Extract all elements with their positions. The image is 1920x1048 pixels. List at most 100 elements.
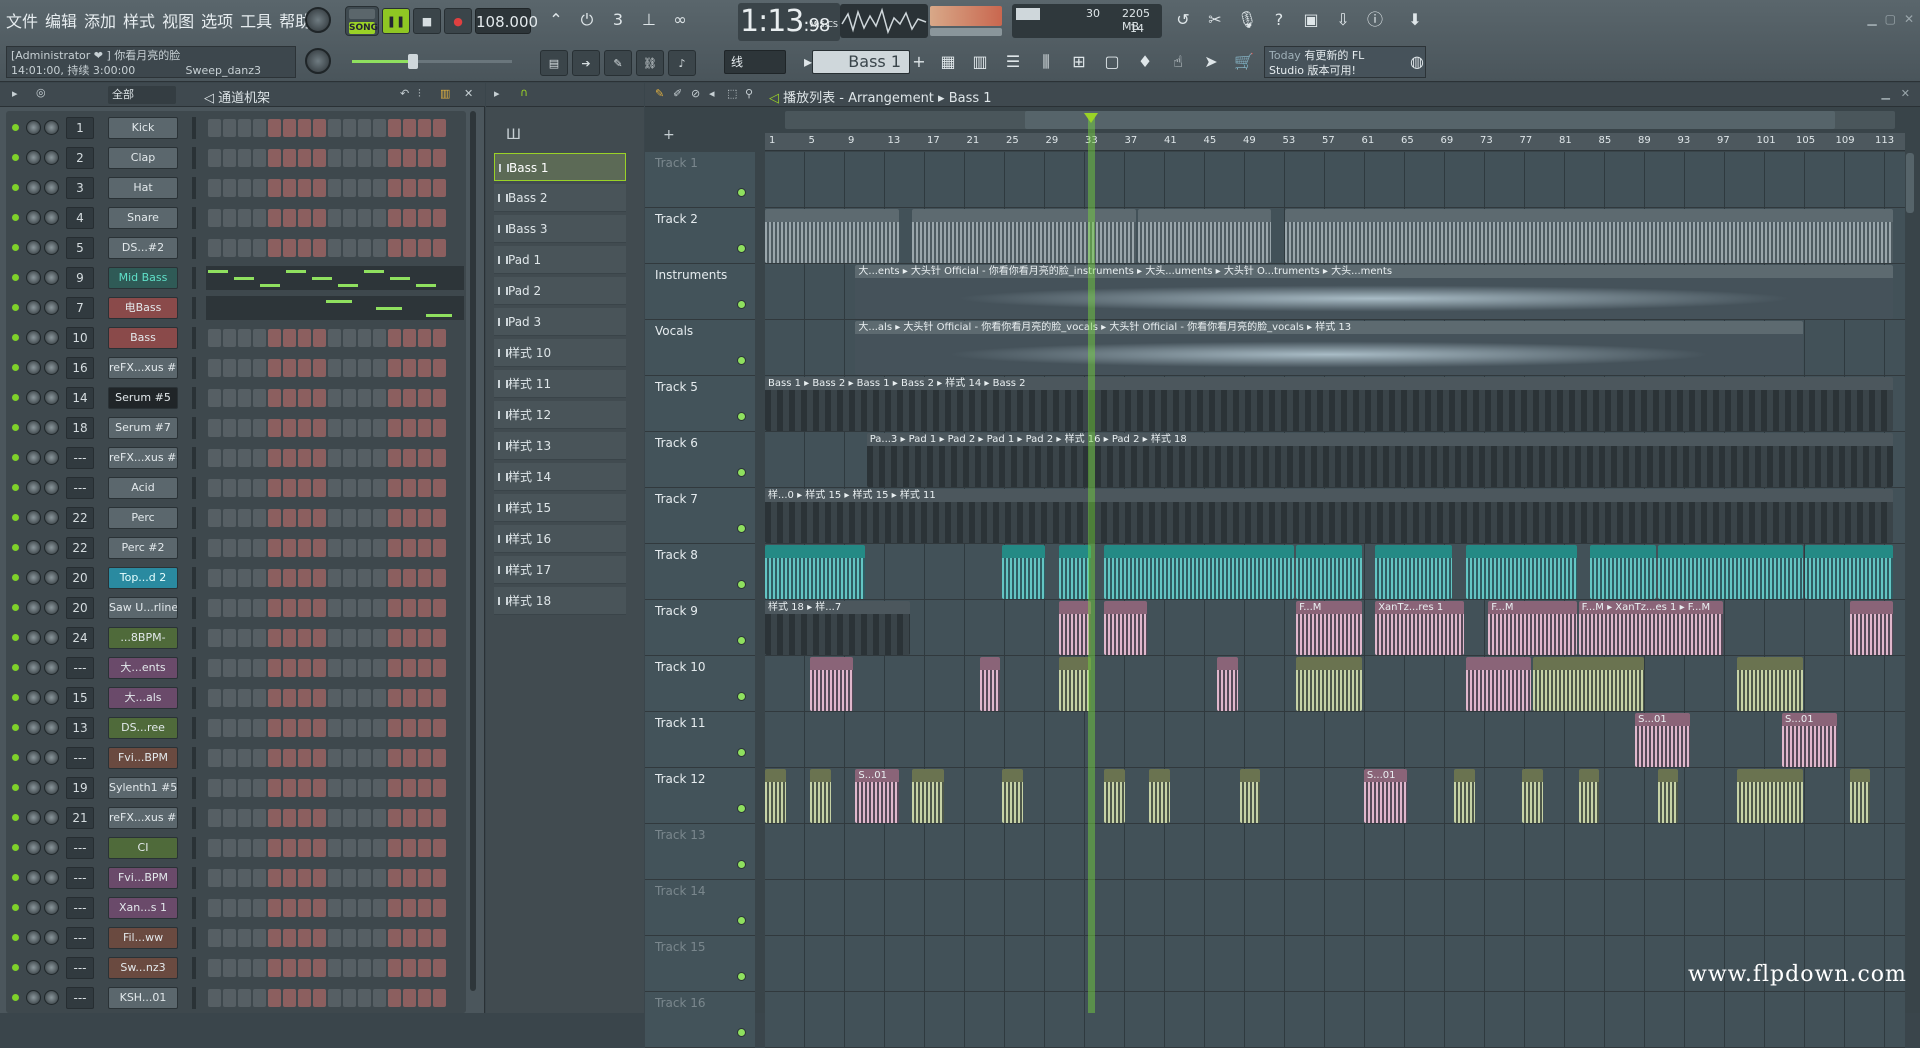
playlist-clip[interactable]: [1058, 601, 1091, 655]
playback-position-marker[interactable]: [1084, 113, 1098, 1013]
channel-select-indicator[interactable]: [192, 687, 196, 709]
playlist-clip[interactable]: [1849, 769, 1871, 823]
step-button[interactable]: [208, 719, 221, 737]
step-button[interactable]: [388, 359, 401, 377]
step-button[interactable]: [268, 629, 281, 647]
step-button[interactable]: [343, 479, 356, 497]
channel-volume-knob[interactable]: [44, 900, 59, 915]
step-button[interactable]: [283, 119, 296, 137]
step-button[interactable]: [208, 359, 221, 377]
step-button[interactable]: [343, 209, 356, 227]
channel-volume-knob[interactable]: [44, 420, 59, 435]
channel-pan-knob[interactable]: [26, 540, 41, 555]
step-button[interactable]: [343, 239, 356, 257]
channel-mute-led[interactable]: [12, 604, 19, 611]
channel-select-indicator[interactable]: [192, 507, 196, 529]
channel-volume-knob[interactable]: [44, 600, 59, 615]
step-button[interactable]: [283, 719, 296, 737]
step-button[interactable]: [208, 989, 221, 1007]
channel-pan-knob[interactable]: [26, 510, 41, 525]
step-button[interactable]: [403, 689, 416, 707]
step-button[interactable]: [358, 149, 371, 167]
step-button[interactable]: [418, 179, 431, 197]
step-button[interactable]: [388, 509, 401, 527]
channel-mute-led[interactable]: [12, 874, 19, 881]
channel-select-indicator[interactable]: [192, 387, 196, 409]
playlist-clip[interactable]: [1465, 657, 1532, 711]
countdown-icon[interactable]: 3: [605, 6, 631, 34]
step-button[interactable]: [358, 749, 371, 767]
track-header[interactable]: Track 13: [645, 824, 755, 880]
stamp-button[interactable]: ♪: [668, 50, 696, 76]
step-button[interactable]: [313, 449, 326, 467]
channel-volume-knob[interactable]: [44, 390, 59, 405]
track-enable-led[interactable]: [737, 300, 746, 309]
step-button[interactable]: [358, 929, 371, 947]
step-button[interactable]: [403, 719, 416, 737]
step-button[interactable]: [403, 209, 416, 227]
playlist-clip[interactable]: [765, 769, 786, 823]
channel-select-indicator[interactable]: [192, 657, 196, 679]
step-button[interactable]: [433, 689, 446, 707]
step-button[interactable]: [373, 449, 386, 467]
step-button[interactable]: [328, 899, 341, 917]
track-header[interactable]: Track 2: [645, 208, 755, 264]
track-lane[interactable]: Pa...3 ▸ Pad 1 ▸ Pad 2 ▸ Pad 1 ▸ Pad 2 ▸…: [765, 432, 1905, 488]
step-button[interactable]: [373, 629, 386, 647]
channel-row[interactable]: 3 Hat: [6, 173, 466, 203]
step-button[interactable]: [328, 509, 341, 527]
step-button[interactable]: [328, 569, 341, 587]
step-button[interactable]: [253, 329, 266, 347]
track-enable-led[interactable]: [737, 748, 746, 757]
download-icon[interactable]: ⬇: [1402, 6, 1428, 34]
step-button[interactable]: [313, 209, 326, 227]
step-button[interactable]: [343, 569, 356, 587]
channel-pan-knob[interactable]: [26, 330, 41, 345]
channel-name-button[interactable]: reFX...xus #6: [108, 357, 178, 379]
channel-volume-knob[interactable]: [44, 810, 59, 825]
step-button[interactable]: [373, 779, 386, 797]
channel-mute-led[interactable]: [12, 754, 19, 761]
step-button[interactable]: [208, 509, 221, 527]
step-button[interactable]: [238, 929, 251, 947]
step-button[interactable]: [403, 509, 416, 527]
channel-select-indicator[interactable]: [192, 597, 196, 619]
channel-pan-knob[interactable]: [26, 810, 41, 825]
step-button[interactable]: [433, 239, 446, 257]
channel-mute-led[interactable]: [12, 814, 19, 821]
step-button[interactable]: [388, 809, 401, 827]
channel-volume-knob[interactable]: [44, 660, 59, 675]
step-button[interactable]: [313, 749, 326, 767]
step-button[interactable]: [298, 899, 311, 917]
playlist-clip[interactable]: F...M: [1488, 601, 1577, 655]
step-button[interactable]: [403, 479, 416, 497]
channel-volume-knob[interactable]: [44, 300, 59, 315]
step-button[interactable]: [358, 419, 371, 437]
step-button[interactable]: [328, 359, 341, 377]
step-button[interactable]: [238, 779, 251, 797]
step-button[interactable]: [328, 869, 341, 887]
step-button[interactable]: [298, 749, 311, 767]
step-button[interactable]: [403, 389, 416, 407]
channel-volume-knob[interactable]: [44, 750, 59, 765]
step-button[interactable]: [373, 209, 386, 227]
step-button[interactable]: [358, 209, 371, 227]
channel-name-button[interactable]: Top...d 2: [108, 567, 178, 589]
track-header[interactable]: Track 12: [645, 768, 755, 824]
track-header[interactable]: Track 15: [645, 936, 755, 992]
step-button[interactable]: [268, 719, 281, 737]
step-button[interactable]: [253, 599, 266, 617]
step-button[interactable]: [403, 959, 416, 977]
step-button[interactable]: [313, 479, 326, 497]
snap-select[interactable]: 线: [724, 50, 786, 74]
step-button[interactable]: [343, 689, 356, 707]
playlist-clip[interactable]: [1578, 769, 1600, 823]
step-button[interactable]: [328, 239, 341, 257]
channel-mixer-track[interactable]: 10: [66, 327, 94, 349]
step-button[interactable]: [343, 119, 356, 137]
channel-mixer-track[interactable]: 9: [66, 267, 94, 289]
step-button[interactable]: [238, 959, 251, 977]
stop-button[interactable]: ■: [413, 8, 441, 34]
step-button[interactable]: [238, 749, 251, 767]
master-pitch-knob[interactable]: [305, 48, 331, 74]
